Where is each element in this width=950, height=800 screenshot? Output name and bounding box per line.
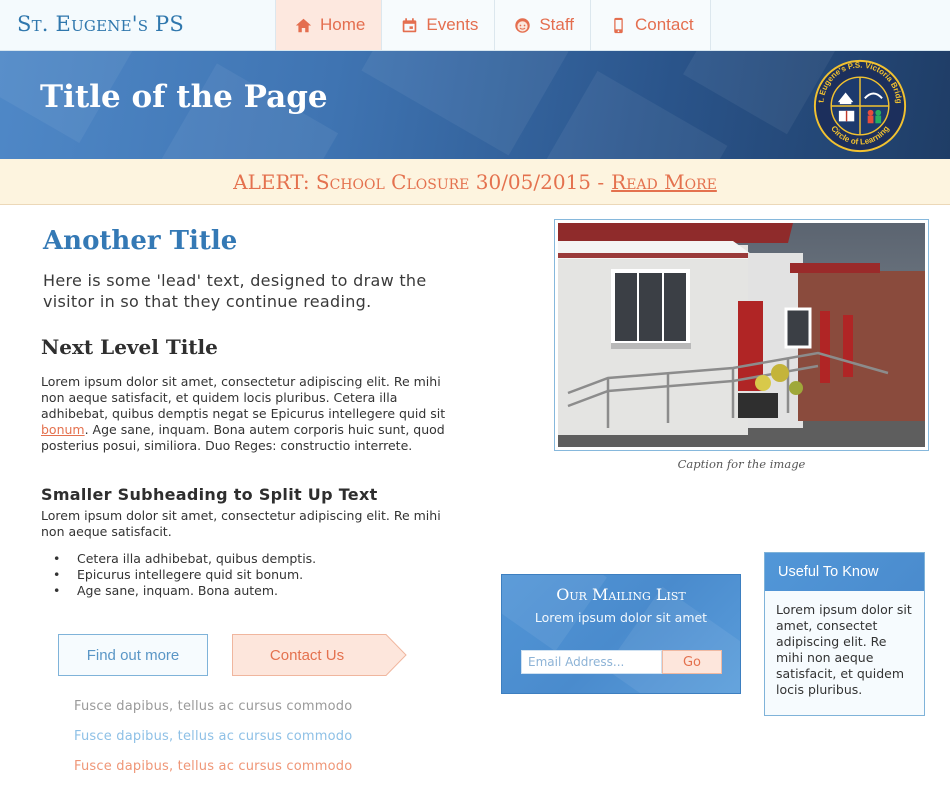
top-nav-bar: St. Eugene's PS Home Events Staff Contac… [0,0,950,51]
smaller-subheading: Smaller Subheading to Split Up Text [41,485,378,504]
nav-item-events[interactable]: Events [382,0,496,50]
image-frame [554,219,929,451]
useful-to-know-panel: Useful To Know Lorem ipsum dolor sit ame… [764,552,925,716]
home-icon [294,16,312,34]
list-item: Cetera illa adhibebat, quibus demptis. [53,551,316,567]
nav-item-label: Contact [635,15,694,34]
body-paragraph: Lorem ipsum dolor sit amet, consectetur … [41,374,446,454]
body-paragraph: Lorem ipsum dolor sit amet, consectetur … [41,508,441,539]
go-button[interactable]: Go [662,650,722,674]
lead-text: Here is some 'lead' text, designed to dr… [43,271,427,311]
calendar-icon [400,16,418,34]
mailing-list-title: Our Mailing List [556,585,686,604]
nav-item-label: Home [320,15,366,34]
site-brand[interactable]: St. Eugene's PS [17,12,184,36]
nav-item-label: Events [426,15,479,34]
hero-banner: Title of the Page St. Eugene's P.S. Vict… [0,51,950,159]
bonum-link[interactable]: bonum [41,422,85,437]
main-nav: Home Events Staff Contact [275,0,711,50]
contact-us-button[interactable]: Contact Us [232,634,407,676]
email-field[interactable] [521,650,662,674]
mailing-list-box: Our Mailing List Lorem ipsum dolor sit a… [501,574,741,694]
face-icon [513,16,531,34]
mailing-list-subtitle: Lorem ipsum dolor sit amet [534,610,708,625]
find-out-more-button[interactable]: Find out more [58,634,208,676]
banner-facet [361,51,569,156]
contact-us-label: Contact Us [269,646,345,664]
nav-item-contact[interactable]: Contact [591,0,711,50]
panel-header: Useful To Know [765,553,924,591]
page-title: Title of the Page [40,79,328,115]
section-subtitle: Next Level Title [41,335,218,359]
alert-text: ALERT: School Closure 30/05/2015 - [233,169,605,194]
body-text: Lorem ipsum dolor sit amet, consectetur … [41,374,446,421]
text-link-muted[interactable]: Fusce dapibus, tellus ac cursus commodo [74,699,352,714]
body-text: . Age sane, inquam. Bona autem corporis … [41,422,445,453]
list-item: Age sane, inquam. Bona autem. [53,583,316,599]
image-caption: Caption for the image [677,457,806,471]
school-building-photo [558,223,925,447]
alert-read-more-link[interactable]: Read More [611,170,717,194]
phone-icon [609,16,627,34]
section-title: Another Title [43,226,238,256]
school-crest-logo: St. Eugene's P.S. Victoria Bridge Circle… [812,54,907,153]
alert-banner: ALERT: School Closure 30/05/2015 - Read … [0,159,950,205]
text-link-orange[interactable]: Fusce dapibus, tellus ac cursus commodo [74,759,352,774]
nav-item-label: Staff [539,15,574,34]
list-item: Epicurus intellegere quid sit bonum. [53,567,316,583]
text-link-blue[interactable]: Fusce dapibus, tellus ac cursus commodo [74,729,352,744]
nav-item-home[interactable]: Home [275,0,383,50]
panel-body: Lorem ipsum dolor sit amet, consectet ad… [776,602,912,697]
nav-item-staff[interactable]: Staff [495,0,591,50]
bullet-list: Cetera illa adhibebat, quibus demptis. E… [53,551,316,599]
